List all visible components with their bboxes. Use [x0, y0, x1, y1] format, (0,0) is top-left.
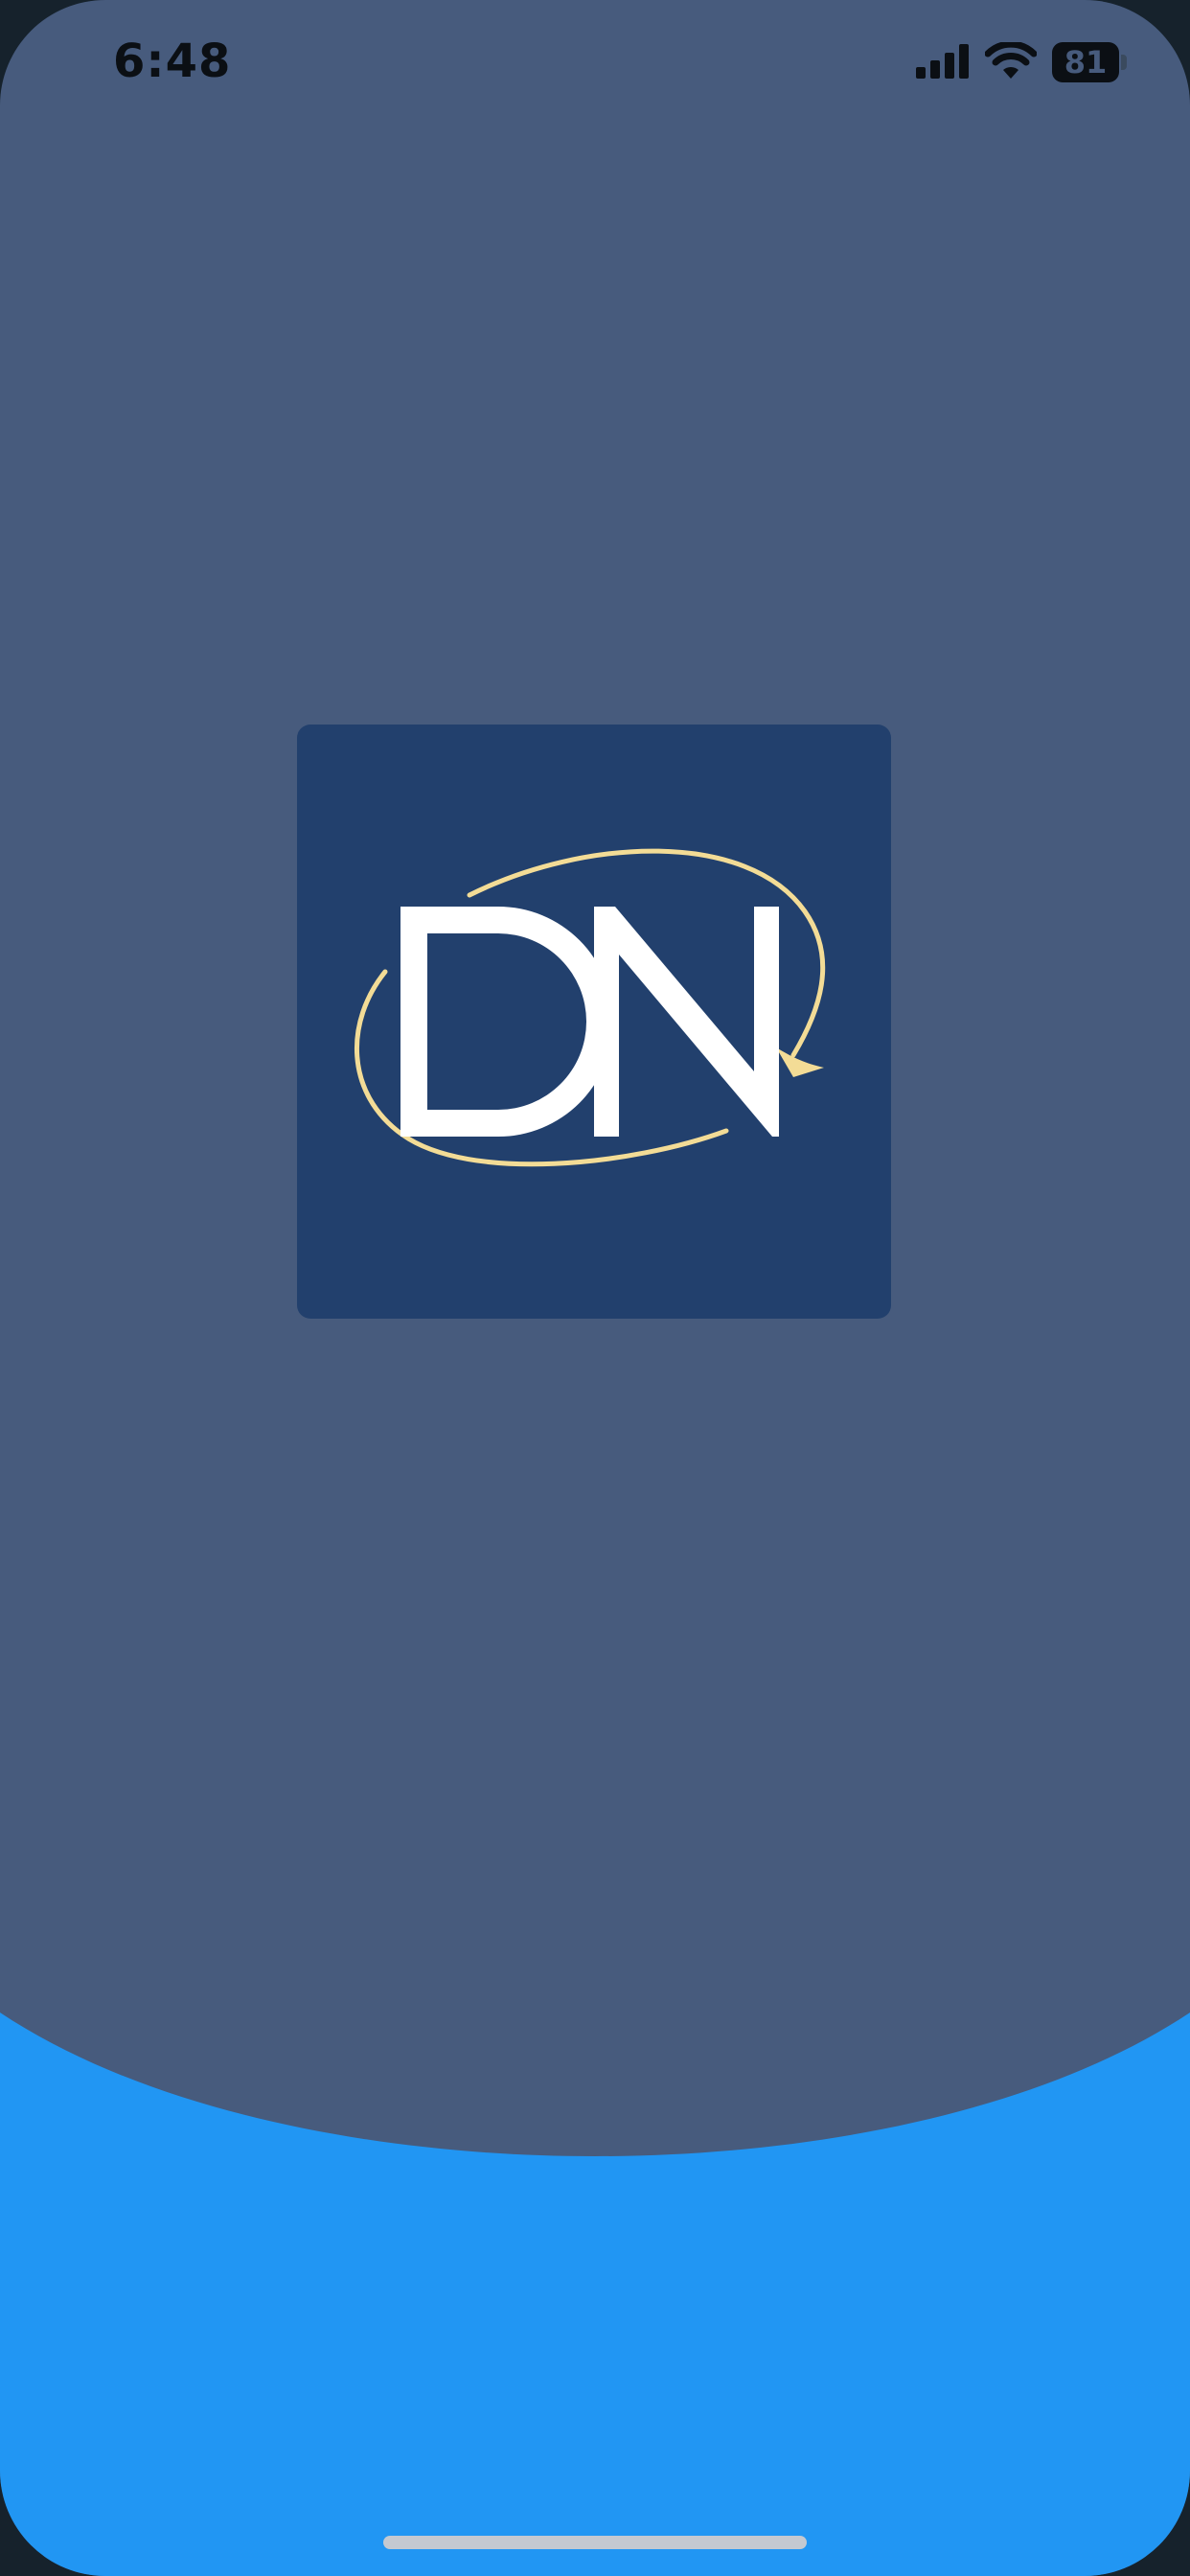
- status-time: 6:48: [113, 34, 232, 88]
- signal-icon: [916, 44, 969, 79]
- wifi-icon: [985, 42, 1037, 79]
- battery-cap: [1121, 55, 1127, 70]
- home-indicator[interactable]: [383, 2536, 807, 2549]
- status-bar: 6:48 81: [0, 0, 1190, 134]
- splash-screen: 6:48 81: [0, 0, 1190, 2576]
- bottom-wave-background: [0, 2012, 1190, 2576]
- battery-icon: 81: [1052, 42, 1127, 82]
- app-logo: [297, 724, 891, 1319]
- dn-logo-icon: [354, 848, 826, 1167]
- battery-level: 81: [1064, 44, 1108, 80]
